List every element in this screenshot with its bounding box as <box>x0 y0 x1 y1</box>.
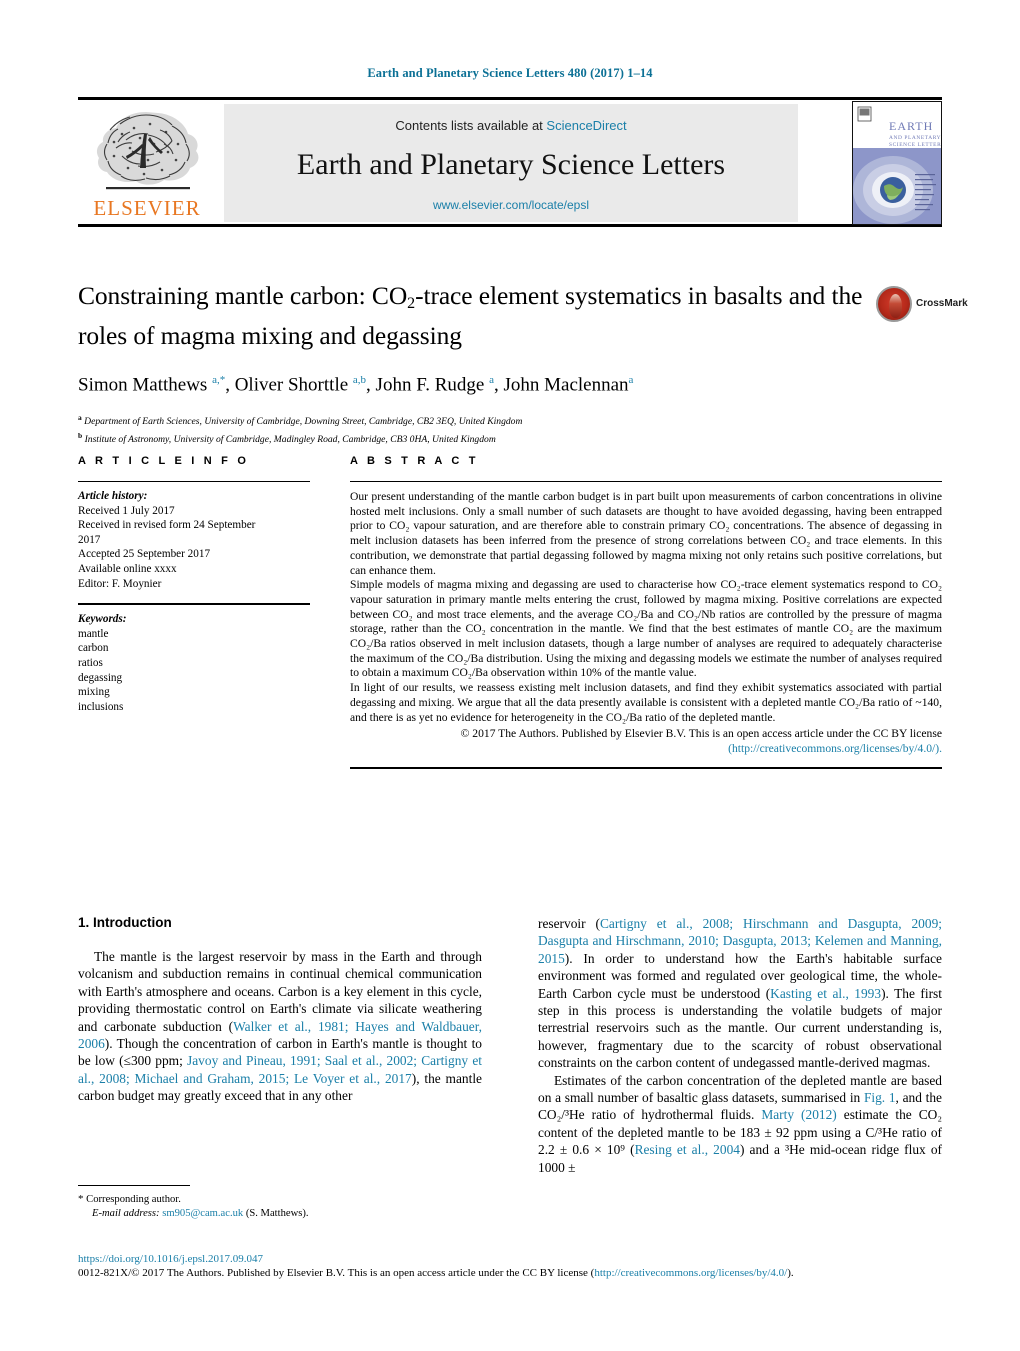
history-line: Available online xxxx <box>78 562 177 575</box>
email-address-label: E-mail address: <box>92 1208 160 1220</box>
citation-link[interactable]: Marty (2012) <box>761 1107 836 1122</box>
keyword-item: degassing <box>78 671 123 684</box>
journal-masthead: ELSEVIER Contents lists available at Sci… <box>78 97 942 227</box>
abstract-copyright: © 2017 The Authors. Published by Elsevie… <box>350 727 942 756</box>
keywords-block: Keywords: mantle carbon ratios degassing… <box>78 612 310 714</box>
history-line: Editor: F. Moynier <box>78 577 162 590</box>
crossmark-badge[interactable]: CrossMark <box>876 286 968 328</box>
author-affil-marker: a <box>489 374 494 386</box>
history-line: 2017 <box>78 533 101 546</box>
keyword-item: mixing <box>78 686 110 699</box>
article-title-subscript: 2 <box>407 295 416 312</box>
affil-marker-b: b <box>78 430 83 440</box>
abstract-column: A B S T R A C T Our present understandin… <box>350 455 942 769</box>
journal-title: Earth and Planetary Science Letters <box>296 148 726 181</box>
keyword-item: inclusions <box>78 700 124 713</box>
abstract-bottom-rule <box>350 766 942 769</box>
abstract-body: Our present understanding of the mantle … <box>350 490 942 725</box>
issn-prefix: 0012-821X/© 2017 The Authors. Published … <box>78 1267 595 1279</box>
contents-prefix: Contents lists available at <box>395 118 543 133</box>
intro-paragraph-right-1: reservoir (Cartigny et al., 2008; Hirsch… <box>538 915 942 1072</box>
page-title: Constraining mantle carbon: CO2-trace el… <box>78 280 868 352</box>
intro-paragraph-left: The mantle is the largest reservoir by m… <box>78 948 482 1105</box>
article-info-column: A R T I C L E I N F O Article history: R… <box>78 455 310 714</box>
keyword-item: carbon <box>78 642 109 655</box>
abstract-paragraph: Our present understanding of the mantle … <box>350 490 942 577</box>
right-text-a: reservoir ( <box>538 916 600 931</box>
author-affil-marker: a <box>628 374 634 386</box>
body-column-right: reservoir (Cartigny et al., 2008; Hirsch… <box>538 915 942 1176</box>
elsevier-wordmark: ELSEVIER <box>93 196 201 220</box>
article-info-heading: A R T I C L E I N F O <box>78 455 250 467</box>
footnote-star-marker: * <box>78 1193 84 1206</box>
affil-marker-a: a <box>78 413 82 423</box>
crossmark-icon <box>876 286 912 322</box>
journal-homepage-link[interactable]: www.elsevier.com/locate/epsl <box>224 198 798 212</box>
masthead-top-rule <box>78 97 942 100</box>
abstract-paragraph: In light of our results, we reassess exi… <box>350 681 942 724</box>
svg-text:AND PLANETARY: AND PLANETARY <box>889 135 941 141</box>
section-heading-introduction: 1. Introduction <box>78 915 172 930</box>
affiliation-b-text: Institute of Astronomy, University of Ca… <box>84 433 496 445</box>
article-history-label: Article history: <box>78 490 148 502</box>
crossmark-label: CrossMark <box>916 298 968 309</box>
footnote-text: * Corresponding author. E-mail address: … <box>78 1192 482 1221</box>
citation-link[interactable]: Resing et al., 2004 <box>635 1142 740 1157</box>
issn-copyright-line: 0012-821X/© 2017 The Authors. Published … <box>78 1266 942 1280</box>
article-title-block: Constraining mantle carbon: CO2-trace el… <box>78 280 868 446</box>
author-affil-marker: a,b <box>352 374 367 386</box>
copyright-text: © 2017 The Authors. Published by Elsevie… <box>460 727 942 741</box>
doi-link[interactable]: https://doi.org/10.1016/j.epsl.2017.09.0… <box>78 1252 942 1266</box>
footnote-rule <box>78 1185 190 1187</box>
journal-article-page: Earth and Planetary Science Letters 480 … <box>0 0 1020 1351</box>
masthead-center-panel: Contents lists available at ScienceDirec… <box>224 104 798 222</box>
history-line: Received 1 July 2017 <box>78 504 175 517</box>
footnote-email-line: E-mail address: sm905@cam.ac.uk (S. Matt… <box>78 1207 482 1221</box>
article-title-part2: -trace element systematics in basalts <box>415 281 783 310</box>
elsevier-tree-icon <box>86 104 208 196</box>
affiliation-b: b Institute of Astronomy, University of … <box>78 429 868 446</box>
corresponding-author-footnote: * Corresponding author. E-mail address: … <box>78 1185 482 1221</box>
citation-link[interactable]: Kasting et al., 1993 <box>770 986 881 1001</box>
intro-paragraph-right-2: Estimates of the carbon concentration of… <box>538 1072 942 1176</box>
footnote-corresponding-line: * Corresponding author. <box>78 1192 482 1207</box>
email-owner: (S. Matthews). <box>245 1208 309 1220</box>
journal-cover-thumbnail: EARTH AND PLANETARY SCIENCE LETTERS <box>852 101 942 225</box>
abstract-rule <box>350 481 942 482</box>
body-column-left: 1. Introduction The mantle is the larges… <box>78 915 482 1105</box>
contents-available-line: Contents lists available at ScienceDirec… <box>224 118 798 133</box>
article-history: Article history: Received 1 July 2017 Re… <box>78 489 310 591</box>
license-link[interactable]: (http://creativecommons.org/licenses/by/… <box>728 742 942 755</box>
footnote-corresponding-text: Corresponding author. <box>86 1194 181 1206</box>
running-head: Earth and Planetary Science Letters 480 … <box>367 66 653 80</box>
elsevier-logo: ELSEVIER <box>80 104 214 222</box>
page-footer: https://doi.org/10.1016/j.epsl.2017.09.0… <box>78 1252 942 1280</box>
abstract-paragraph: Simple models of magma mixing and degass… <box>350 578 942 680</box>
affiliation-a-text: Department of Earth Sciences, University… <box>84 416 523 428</box>
footer-license-link[interactable]: http://creativecommons.org/licenses/by/4… <box>594 1267 787 1279</box>
email-link[interactable]: sm905@cam.ac.uk <box>162 1208 243 1219</box>
sciencedirect-link[interactable]: ScienceDirect <box>546 118 626 133</box>
author-list: Simon Matthews a,*, Oliver Shorttle a,b,… <box>78 374 634 396</box>
article-info-rule <box>78 481 310 482</box>
abstract-heading: A B S T R A C T <box>350 455 479 467</box>
svg-text:EARTH: EARTH <box>889 119 933 133</box>
affiliations: a Department of Earth Sciences, Universi… <box>78 411 868 445</box>
keyword-item: ratios <box>78 656 103 669</box>
keywords-rule <box>78 603 310 606</box>
keywords-label: Keywords: <box>78 613 127 626</box>
issn-suffix: ). <box>787 1267 794 1279</box>
article-title-part1: Constraining mantle carbon: CO <box>78 281 408 310</box>
keyword-item: mantle <box>78 627 109 640</box>
figure-link[interactable]: Fig. 1 <box>864 1090 896 1105</box>
author-affil-marker: a,* <box>212 374 226 386</box>
history-line: Received in revised form 24 September <box>78 519 256 532</box>
affiliation-a: a Department of Earth Sciences, Universi… <box>78 411 868 428</box>
masthead-bottom-rule <box>78 224 942 227</box>
svg-text:SCIENCE LETTERS: SCIENCE LETTERS <box>889 142 941 148</box>
history-line: Accepted 25 September 2017 <box>78 548 211 561</box>
